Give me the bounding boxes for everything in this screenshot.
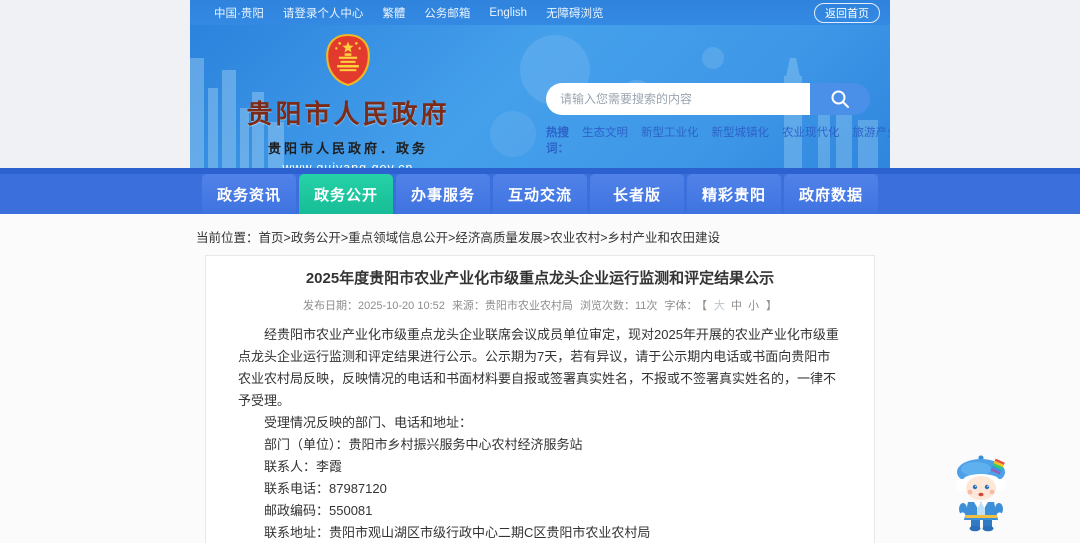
- topbar-link[interactable]: 繁體: [382, 5, 405, 21]
- hot-search-label: 热搜词：: [546, 127, 569, 155]
- article-paragraph: 经贵阳市农业产业化市级重点龙头企业联席会议成员单位审定，现对2025年开展的农业…: [238, 327, 839, 408]
- banner-band: 贵阳市人民政府 贵阳市人民政府．政务 www.guiyang.gov.cn 热搜…: [0, 25, 1080, 168]
- nav-tiles: 政务资讯 政务公开 办事服务 互动交流 长者版 精彩贵阳 政府数据: [190, 174, 890, 214]
- topbar: 中国·贵阳 请登录个人中心 繁體 公务邮箱 English 无障碍浏览 返回首页: [190, 0, 890, 25]
- content-area: 当前位置：首页>政务公开>重点领域信息公开>经济高质量发展>农业农村>乡村产业和…: [0, 214, 1080, 543]
- article-source: 来源：贵阳市农业农村局: [451, 300, 573, 312]
- topbar-link[interactable]: 无障碍浏览: [546, 5, 604, 21]
- font-size-option[interactable]: 小: [748, 300, 759, 312]
- hot-search-item[interactable]: 新型工业化: [641, 124, 699, 156]
- article-paragraph: 受理情况反映的部门、电话和地址：: [264, 415, 473, 430]
- article-panel: 2025年度贵阳市农业产业化市级重点龙头企业运行监测和评定结果公示 发布日期：2…: [205, 255, 875, 543]
- bokeh-decoration: [490, 111, 536, 157]
- topbar-link[interactable]: English: [489, 7, 527, 19]
- search-area: 热搜词： 生态文明新型工业化新型城镇化农业现代化旅游产业化贵阳简介: [546, 83, 890, 156]
- topbar-links: 中国·贵阳 请登录个人中心 繁體 公务邮箱 English 无障碍浏览: [214, 5, 623, 21]
- article-meta: 发布日期：2025-10-20 10:52 来源：贵阳市农业农村局 浏览次数：1…: [238, 297, 842, 313]
- font-size-label: 字体：: [664, 300, 698, 312]
- bracket: 】: [765, 300, 777, 312]
- article-paragraph: 邮政编码：550081: [264, 503, 373, 518]
- site-subtitle: 贵阳市人民政府．政务: [267, 141, 428, 156]
- topbar-link[interactable]: 中国·贵阳: [214, 5, 264, 21]
- breadcrumb-label: 当前位置：: [196, 231, 259, 245]
- publish-date: 发布日期：2025-10-20 10:52: [303, 300, 445, 312]
- article-paragraph: 联系地址：贵阳市观山湖区市级行政中心二期C区贵阳市农业农村局: [264, 525, 651, 540]
- site-url: www.guiyang.gov.cn: [282, 161, 414, 168]
- search-button[interactable]: [810, 83, 870, 115]
- site-title: 贵阳市人民政府: [246, 99, 450, 129]
- site-logo[interactable]: 贵阳市人民政府 贵阳市人民政府．政务 www.guiyang.gov.cn: [208, 33, 488, 168]
- view-count: 浏览次数：11次: [580, 300, 658, 312]
- bokeh-decoration: [702, 47, 724, 69]
- nav-tab[interactable]: 政府数据: [784, 174, 878, 214]
- banner: 贵阳市人民政府 贵阳市人民政府．政务 www.guiyang.gov.cn 热搜…: [190, 25, 890, 168]
- font-size-option[interactable]: 中: [731, 300, 742, 312]
- hot-search-item[interactable]: 旅游产业化: [853, 124, 891, 156]
- return-home-button[interactable]: 返回首页: [814, 2, 880, 23]
- hot-search-item[interactable]: 生态文明: [582, 124, 628, 156]
- nav-tab[interactable]: 办事服务: [396, 174, 490, 214]
- search-input[interactable]: [546, 83, 810, 115]
- nav-tab[interactable]: 政务公开: [299, 174, 393, 214]
- hot-search-item[interactable]: 新型城镇化: [712, 124, 770, 156]
- main-nav: 政务资讯 政务公开 办事服务 互动交流 长者版 精彩贵阳 政府数据: [0, 168, 1080, 214]
- article-paragraph: 联系人：李霞: [264, 459, 343, 474]
- article-paragraph: 联系电话：87987120: [264, 481, 387, 496]
- breadcrumb-path[interactable]: 首页>政务公开>重点领域信息公开>经济高质量发展>农业农村>乡村产业和农田建设: [259, 231, 721, 245]
- mascot-character[interactable]: [948, 450, 1018, 532]
- bracket: 【: [701, 300, 707, 312]
- nav-tab[interactable]: 互动交流: [493, 174, 587, 214]
- hot-search-list: 生态文明新型工业化新型城镇化农业现代化旅游产业化贵阳简介: [569, 124, 890, 156]
- hot-search-item[interactable]: 农业现代化: [782, 124, 840, 156]
- top-strip: 中国·贵阳 请登录个人中心 繁體 公务邮箱 English 无障碍浏览 返回首页: [0, 0, 1080, 25]
- font-size-option[interactable]: 大: [714, 300, 725, 312]
- nav-tab[interactable]: 精彩贵阳: [687, 174, 781, 214]
- article-body: 经贵阳市农业产业化市级重点龙头企业联席会议成员单位审定，现对2025年开展的农业…: [238, 324, 842, 543]
- breadcrumb: 当前位置：首页>政务公开>重点领域信息公开>经济高质量发展>农业农村>乡村产业和…: [190, 214, 890, 255]
- national-emblem-icon: [326, 33, 370, 87]
- topbar-link[interactable]: 请登录个人中心: [283, 5, 364, 21]
- search-icon: [831, 90, 849, 108]
- article-title: 2025年度贵阳市农业产业化市级重点龙头企业运行监测和评定结果公示: [305, 270, 775, 287]
- topbar-link[interactable]: 公务邮箱: [424, 5, 470, 21]
- nav-tab[interactable]: 长者版: [590, 174, 684, 214]
- font-size-options: 大中小: [711, 300, 762, 312]
- article-paragraph: 部门（单位）：贵阳市乡村振兴服务中心农村经济服务站: [264, 437, 583, 452]
- nav-tab[interactable]: 政务资讯: [202, 174, 296, 214]
